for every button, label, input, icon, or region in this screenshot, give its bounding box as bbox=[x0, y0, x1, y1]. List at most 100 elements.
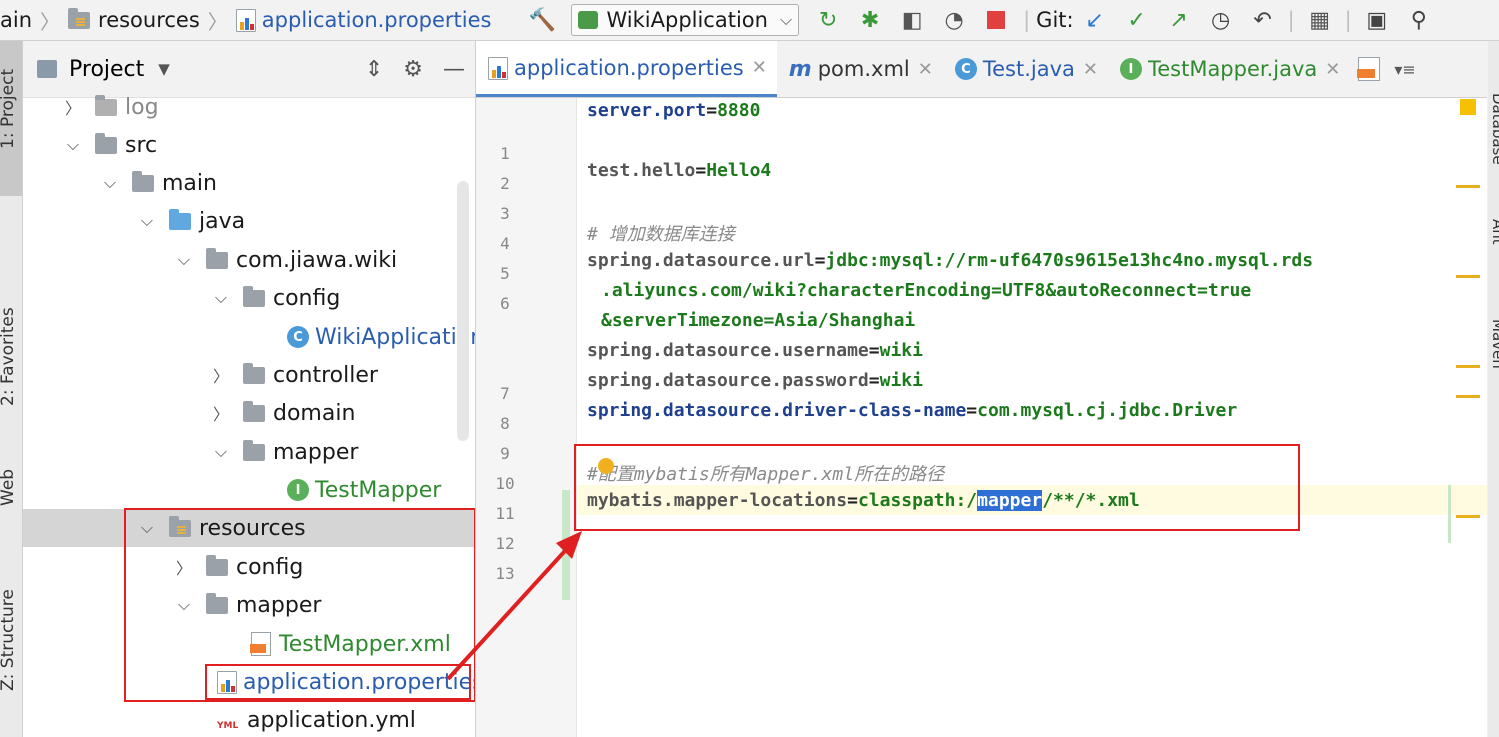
tab-application-properties[interactable]: application.properties ✕ bbox=[476, 41, 777, 97]
code-line-3[interactable]: test.hello=Hello4 bbox=[587, 160, 771, 181]
tree-item-label: config bbox=[273, 285, 341, 311]
scroll-mark[interactable] bbox=[1456, 185, 1480, 188]
scroll-mark[interactable] bbox=[1456, 395, 1480, 398]
scroll-indicator bbox=[1448, 485, 1451, 543]
close-icon[interactable]: ✕ bbox=[918, 59, 933, 80]
code-line-6-wrap-1[interactable]: .aliyuncs.com/wiki?characterEncoding=UTF… bbox=[601, 280, 1251, 301]
stop-icon[interactable] bbox=[981, 5, 1011, 35]
toolbar-divider: | bbox=[1344, 8, 1352, 32]
equals-sign: = bbox=[868, 370, 880, 391]
project-panel-title[interactable]: Project bbox=[69, 57, 144, 82]
tree-item-main[interactable]: ⌵ main bbox=[23, 164, 475, 202]
tree-scrollbar[interactable] bbox=[457, 181, 469, 441]
chevron-right-icon[interactable]: 〉 bbox=[63, 95, 83, 119]
tree-item-package[interactable]: ⌵ com.jiawa.wiki bbox=[23, 241, 475, 279]
tool-tab-web[interactable]: Web bbox=[0, 469, 18, 506]
run-configuration-select[interactable]: WikiApplication ⌵ bbox=[571, 4, 800, 36]
presentation-icon[interactable]: ▣ bbox=[1362, 5, 1392, 35]
chevron-right-icon[interactable]: 〉 bbox=[211, 401, 231, 425]
tree-item-controller[interactable]: 〉 controller bbox=[23, 356, 475, 394]
git-label: Git: bbox=[1036, 8, 1074, 32]
package-icon bbox=[243, 439, 265, 461]
tool-tab-structure[interactable]: Z: Structure bbox=[0, 589, 18, 691]
property-key: test.hello bbox=[587, 160, 696, 181]
tree-item-log[interactable]: 〉 log bbox=[23, 88, 475, 126]
close-icon[interactable]: ✕ bbox=[752, 57, 767, 78]
tree-item-label: com.jiawa.wiki bbox=[236, 247, 398, 273]
equals-sign: = bbox=[695, 160, 707, 181]
chevron-down-icon[interactable]: ⌵ bbox=[100, 173, 120, 193]
tree-item-wikiapplication[interactable]: C WikiApplication bbox=[23, 318, 475, 356]
caret-down-icon[interactable]: ▼ bbox=[158, 60, 170, 78]
tab-test-java[interactable]: C Test.java ✕ bbox=[943, 41, 1108, 97]
git-push-icon[interactable]: ↗ bbox=[1164, 5, 1194, 35]
git-commit-icon[interactable]: ✓ bbox=[1122, 5, 1152, 35]
tree-item-config[interactable]: ⌵ config bbox=[23, 279, 475, 317]
close-icon[interactable]: ✕ bbox=[1083, 59, 1098, 80]
chevron-down-icon[interactable]: ⌵ bbox=[63, 135, 83, 155]
property-value: 8880 bbox=[717, 100, 761, 121]
code-line-6-wrap-2[interactable]: &serverTimezone=Asia/Shanghai bbox=[601, 310, 915, 331]
code-line-9[interactable]: spring.datasource.driver-class-name=com.… bbox=[587, 400, 1237, 421]
tool-tab-project[interactable]: 1: Project bbox=[0, 69, 18, 149]
maven-icon: m bbox=[788, 56, 812, 82]
toolbar-divider: | bbox=[1023, 8, 1031, 32]
chevron-down-icon[interactable]: ⌵ bbox=[211, 442, 231, 462]
tabs-overflow-menu-icon[interactable]: ▾≡ bbox=[1388, 41, 1421, 97]
tool-tab-favorites[interactable]: 2: Favorites bbox=[0, 307, 18, 406]
code-line-1[interactable]: server.port=8880 bbox=[587, 100, 760, 121]
git-update-icon[interactable]: ↙ bbox=[1080, 5, 1110, 35]
tree-item-label: src bbox=[125, 132, 158, 158]
tab-xml-partial[interactable] bbox=[1350, 41, 1388, 97]
project-structure-icon[interactable]: ▦ bbox=[1305, 5, 1335, 35]
tool-tab-ant[interactable]: Ant bbox=[1489, 219, 1499, 245]
line-number: 10 bbox=[495, 474, 515, 493]
tree-item-domain[interactable]: 〉 domain bbox=[23, 394, 475, 432]
tree-item-mapper-package[interactable]: ⌵ mapper bbox=[23, 433, 475, 471]
tab-testmapper-java[interactable]: I TestMapper.java ✕ bbox=[1108, 41, 1350, 97]
scroll-mark[interactable] bbox=[1456, 275, 1480, 278]
equals-sign: = bbox=[966, 400, 978, 421]
analysis-status-icon[interactable] bbox=[1460, 99, 1476, 115]
chevron-down-icon[interactable]: ⌵ bbox=[174, 250, 194, 270]
collapse-all-icon[interactable]: ⇕ bbox=[365, 57, 383, 82]
debug-bug-icon[interactable]: ✱ bbox=[855, 5, 885, 35]
tree-item-application-yml[interactable]: YML application.yml bbox=[23, 701, 475, 737]
search-icon[interactable]: ⚲ bbox=[1404, 5, 1434, 35]
tool-tab-maven[interactable]: Maven bbox=[1489, 319, 1499, 369]
rollback-icon[interactable]: ↶ bbox=[1248, 5, 1278, 35]
hide-panel-icon[interactable]: — bbox=[443, 57, 465, 82]
tree-item-src[interactable]: ⌵ src bbox=[23, 126, 475, 164]
tool-tab-database[interactable]: Database bbox=[1489, 93, 1499, 165]
tree-item-java[interactable]: ⌵ java bbox=[23, 202, 475, 240]
interface-icon: I bbox=[287, 479, 309, 501]
rerun-icon[interactable]: ↻ bbox=[813, 5, 843, 35]
property-key: spring.datasource.url bbox=[587, 250, 815, 271]
folder-icon bbox=[95, 94, 117, 116]
right-tool-strip: Database Ant Maven bbox=[1488, 41, 1499, 737]
tree-item-label: mapper bbox=[273, 439, 359, 465]
close-icon[interactable]: ✕ bbox=[1325, 59, 1340, 80]
scroll-mark[interactable] bbox=[1456, 515, 1480, 518]
chevron-right-icon[interactable]: 〉 bbox=[211, 363, 231, 387]
breadcrumb-item-resources[interactable]: resources bbox=[98, 8, 200, 32]
code-line-6[interactable]: spring.datasource.url=jdbc:mysql://rm-uf… bbox=[587, 250, 1313, 271]
build-hammer-icon[interactable]: 🔨 bbox=[527, 5, 557, 35]
chevron-down-icon[interactable]: ⌵ bbox=[137, 211, 157, 231]
coverage-icon[interactable]: ◧ bbox=[897, 5, 927, 35]
property-value: wiki bbox=[879, 370, 923, 391]
line-number: 8 bbox=[500, 414, 510, 433]
history-icon[interactable]: ◷ bbox=[1206, 5, 1236, 35]
package-icon bbox=[243, 400, 265, 422]
gear-icon[interactable]: ⚙ bbox=[403, 57, 423, 82]
code-line-7[interactable]: spring.datasource.username=wiki bbox=[587, 340, 923, 361]
chevron-down-icon[interactable]: ⌵ bbox=[211, 288, 231, 308]
tree-item-testmapper[interactable]: I TestMapper bbox=[23, 471, 475, 509]
scroll-mark[interactable] bbox=[1456, 365, 1480, 368]
code-line-8[interactable]: spring.datasource.password=wiki bbox=[587, 370, 923, 391]
breadcrumb-item-file[interactable]: application.properties bbox=[262, 8, 492, 32]
code-line-5[interactable]: # 增加数据库连接 bbox=[587, 220, 735, 246]
breadcrumb-item-main[interactable]: ain bbox=[0, 8, 32, 32]
tab-pom-xml[interactable]: m pom.xml ✕ bbox=[777, 41, 943, 97]
profile-icon[interactable]: ◔ bbox=[939, 5, 969, 35]
